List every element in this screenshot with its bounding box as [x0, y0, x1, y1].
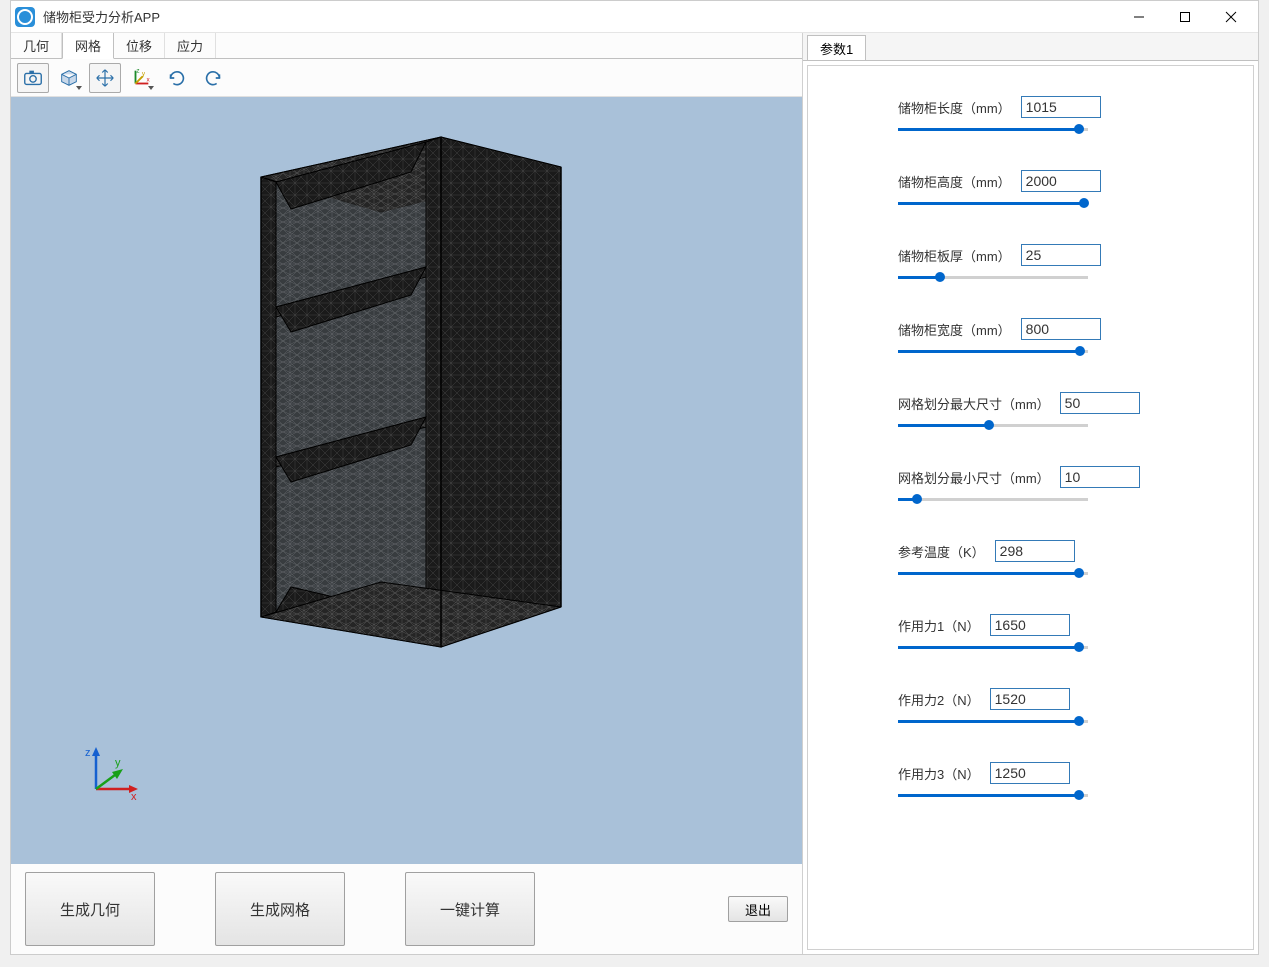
param-label: 储物柜板厚（mm） [898, 246, 1011, 265]
param-label: 储物柜高度（mm） [898, 172, 1011, 191]
param-input[interactable] [1060, 466, 1140, 488]
param-input[interactable] [995, 540, 1075, 562]
generate-geometry-button[interactable]: 生成几何 [25, 872, 155, 946]
param-tab-1[interactable]: 参数1 [807, 35, 866, 60]
tab-stress[interactable]: 应力 [165, 33, 216, 58]
minimize-button[interactable] [1116, 1, 1162, 33]
param-group-7: 作用力1（N） [898, 614, 1233, 656]
tab-geometry[interactable]: 几何 [11, 33, 62, 58]
rotate-cw-icon[interactable] [197, 63, 229, 93]
param-group-5: 网格划分最小尺寸（mm） [898, 466, 1233, 508]
param-group-6: 参考温度（K） [898, 540, 1233, 582]
param-group-1: 储物柜高度（mm） [898, 170, 1233, 212]
cabinet-mesh [241, 117, 581, 667]
param-slider[interactable] [898, 640, 1088, 656]
param-slider[interactable] [898, 196, 1088, 212]
svg-text:y: y [142, 70, 146, 77]
param-group-0: 储物柜长度（mm） [898, 96, 1233, 138]
param-input[interactable] [990, 614, 1070, 636]
exit-button[interactable]: 退出 [728, 896, 788, 922]
param-label: 网格划分最大尺寸（mm） [898, 394, 1050, 413]
param-input[interactable] [1021, 170, 1101, 192]
tab-displacement[interactable]: 位移 [114, 33, 165, 58]
param-label: 参考温度（K） [898, 542, 985, 561]
param-label: 储物柜长度（mm） [898, 98, 1011, 117]
axes-icon[interactable]: z xy [125, 63, 157, 93]
param-label: 网格划分最小尺寸（mm） [898, 468, 1050, 487]
param-group-9: 作用力3（N） [898, 762, 1233, 804]
titlebar: 储物柜受力分析APP [11, 1, 1258, 33]
viewport-toolbar: z xy [11, 59, 802, 97]
rotate-ccw-icon[interactable] [161, 63, 193, 93]
param-slider[interactable] [898, 344, 1088, 360]
view-tabs: 几何 网格 位移 应力 [11, 33, 802, 59]
maximize-button[interactable] [1162, 1, 1208, 33]
param-label: 作用力1（N） [898, 616, 980, 635]
param-group-2: 储物柜板厚（mm） [898, 244, 1233, 286]
action-button-row: 生成几何 生成网格 一键计算 退出 [11, 864, 802, 954]
param-label: 作用力2（N） [898, 690, 980, 709]
tab-mesh[interactable]: 网格 [62, 33, 114, 59]
param-input[interactable] [1021, 244, 1101, 266]
param-group-4: 网格划分最大尺寸（mm） [898, 392, 1233, 434]
view-cube-icon[interactable] [53, 63, 85, 93]
svg-text:z: z [136, 67, 139, 74]
param-input[interactable] [1021, 318, 1101, 340]
param-slider[interactable] [898, 270, 1088, 286]
generate-mesh-button[interactable]: 生成网格 [215, 872, 345, 946]
app-window: 储物柜受力分析APP 几何 网格 位移 应力 [10, 0, 1259, 955]
param-slider[interactable] [898, 122, 1088, 138]
param-slider[interactable] [898, 714, 1088, 730]
param-label: 作用力3（N） [898, 764, 980, 783]
parameter-list: 储物柜长度（mm） 储物柜高度（mm） 储物柜板厚（mm） 储物柜宽度（mm [807, 65, 1254, 950]
3d-viewport[interactable]: z x y [11, 97, 802, 864]
app-title: 储物柜受力分析APP [43, 7, 1116, 26]
app-icon [15, 7, 35, 27]
compute-button[interactable]: 一键计算 [405, 872, 535, 946]
param-tabs: 参数1 [803, 33, 1258, 61]
param-slider[interactable] [898, 418, 1088, 434]
close-button[interactable] [1208, 1, 1254, 33]
param-group-8: 作用力2（N） [898, 688, 1233, 730]
parameter-panel: 参数1 储物柜长度（mm） 储物柜高度（mm） 储物柜板厚（mm） [803, 33, 1258, 954]
left-pane: 几何 网格 位移 应力 zxy [11, 33, 803, 954]
y-axis-label: y [115, 757, 121, 769]
svg-text:x: x [147, 76, 151, 83]
param-group-3: 储物柜宽度（mm） [898, 318, 1233, 360]
camera-icon[interactable] [17, 63, 49, 93]
move-icon[interactable] [89, 63, 121, 93]
x-axis-label: x [131, 791, 137, 803]
param-slider[interactable] [898, 492, 1088, 508]
param-slider[interactable] [898, 788, 1088, 804]
param-input[interactable] [1021, 96, 1101, 118]
param-input[interactable] [990, 762, 1070, 784]
param-input[interactable] [990, 688, 1070, 710]
param-input[interactable] [1060, 392, 1140, 414]
z-axis-label: z [85, 747, 91, 759]
content: 几何 网格 位移 应力 zxy [11, 33, 1258, 954]
param-label: 储物柜宽度（mm） [898, 320, 1011, 339]
param-slider[interactable] [898, 566, 1088, 582]
axis-triad: z x y [81, 744, 141, 804]
